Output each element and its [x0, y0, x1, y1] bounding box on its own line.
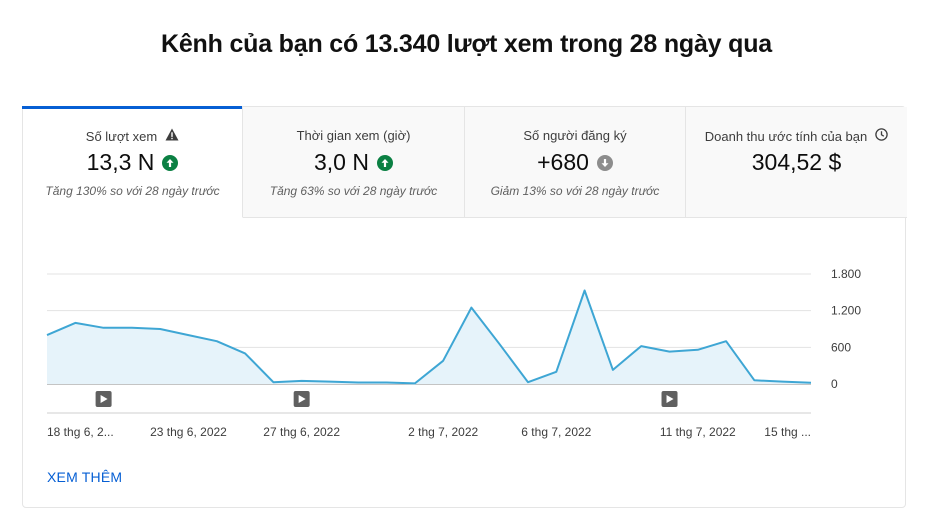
x-tick-label: 2 thg 7, 2022 — [408, 425, 478, 439]
x-tick-label: 11 thg 7, 2022 — [660, 425, 736, 439]
views-chart: 1.800 1.200 600 0 18 thg 6, 2... 23 thg 6, 20… — [46, 267, 861, 439]
x-tick-label: 18 thg 6, 2... — [47, 425, 114, 439]
video-marker-play-icon[interactable] — [661, 391, 678, 407]
x-tick-label: 23 thg 6, 2022 — [150, 425, 227, 439]
y-tick-label: 1.800 — [831, 267, 861, 281]
video-marker-play-icon[interactable] — [293, 391, 310, 407]
views-area — [47, 290, 811, 384]
y-tick-label: 1.200 — [831, 304, 861, 318]
video-marker-play-icon[interactable] — [95, 391, 112, 407]
page-headline: Kênh của bạn có 13.340 lượt xem trong 28… — [161, 30, 772, 58]
see-more-link[interactable]: XEM THÊM — [47, 469, 122, 485]
analytics-card: Số lượt xem 13,3 N Tăng 130% so với 28 n… — [22, 106, 907, 508]
y-tick-label: 0 — [831, 377, 838, 391]
x-tick-label: 27 thg 6, 2022 — [263, 425, 340, 439]
y-tick-label: 600 — [831, 340, 851, 354]
x-tick-label: 6 thg 7, 2022 — [521, 425, 591, 439]
x-tick-label: 15 thg ... — [764, 425, 811, 439]
